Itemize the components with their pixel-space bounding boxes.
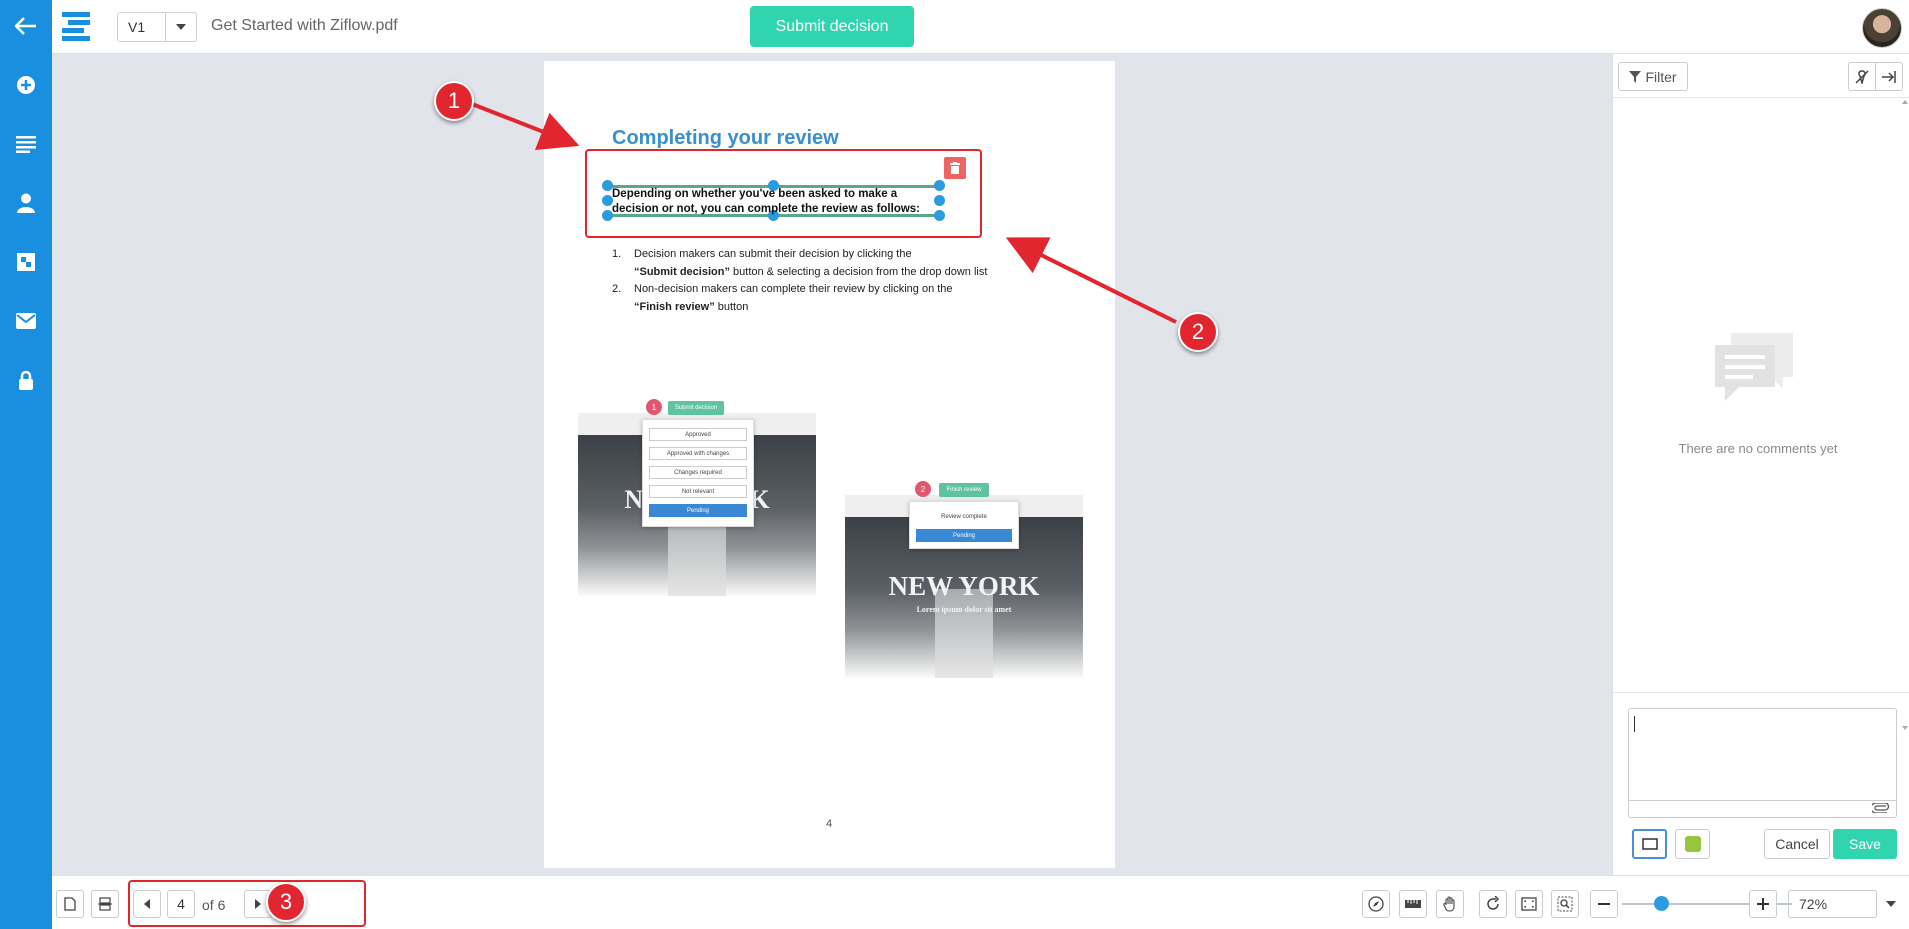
figure-option: Changes required — [649, 466, 747, 479]
proof-icon[interactable] — [0, 242, 52, 282]
list-icon[interactable] — [0, 124, 52, 164]
rotate-button[interactable] — [1479, 890, 1507, 918]
previous-page-button[interactable] — [133, 890, 161, 918]
list-text: Non-decision makers can complete their r… — [634, 283, 953, 295]
plus-icon — [1757, 898, 1769, 910]
zoom-out-button[interactable] — [1590, 890, 1618, 918]
zoom-area-icon — [1557, 896, 1573, 912]
single-page-button[interactable] — [56, 890, 84, 918]
rectangle-icon — [1641, 838, 1658, 850]
save-button[interactable]: Save — [1833, 829, 1897, 859]
comments-panel: Filter There are no comments yet Cancel … — [1612, 54, 1909, 875]
bottom-toolbar: 4 of 6 3 72% — [52, 875, 1909, 929]
callout-badge-2: 2 — [1178, 312, 1218, 352]
trash-icon[interactable] — [944, 157, 966, 179]
chevron-down-icon[interactable] — [166, 13, 196, 41]
filter-icon — [1629, 70, 1642, 83]
version-select[interactable]: V1 — [117, 12, 197, 42]
filter-button[interactable]: Filter — [1618, 62, 1688, 91]
selected-text: Depending on whether you've been asked t… — [612, 188, 921, 215]
zoom-slider-handle[interactable] — [1654, 896, 1669, 911]
chevron-left-icon — [144, 899, 150, 909]
list-item: 1. Decision makers can submit their deci… — [612, 245, 1024, 281]
list-bold: “Finish review” — [634, 301, 715, 313]
zoom-in-button[interactable] — [1749, 890, 1777, 918]
user-icon[interactable] — [0, 183, 52, 223]
list-number: 2. — [612, 283, 622, 295]
figure-option: Pending — [916, 529, 1012, 542]
thumbnails-button[interactable] — [91, 890, 119, 918]
list-text: button — [714, 301, 749, 313]
list-bold: “Submit decision” — [634, 266, 730, 278]
file-name: Get Started with Ziflow.pdf — [211, 17, 398, 34]
collapse-panel-icon[interactable] — [1875, 63, 1902, 90]
compass-icon — [1368, 896, 1384, 912]
screenshot-figure-1: NEW YORK 1 Submit decision Approved Appr… — [578, 399, 816, 596]
document-page: Completing your review Depending on whet… — [544, 61, 1115, 868]
page-title: Completing your review — [612, 127, 839, 149]
rectangle-tool[interactable] — [1632, 829, 1667, 859]
callout-badge-1: 1 — [434, 81, 474, 121]
figure-badge: 1 — [646, 399, 662, 415]
list-number: 1. — [612, 248, 622, 260]
pan-button[interactable] — [1436, 890, 1464, 918]
page-icon — [64, 897, 76, 911]
ziflow-logo-icon[interactable] — [60, 10, 92, 42]
figure-subcaption: Lorem ipsum dolor sit amet — [916, 605, 1012, 614]
comments-empty-icon — [1713, 329, 1797, 414]
list-text: button & selecting a decision from the d… — [729, 266, 988, 278]
color-picker[interactable] — [1675, 829, 1710, 859]
panel-tools — [1848, 62, 1903, 91]
screenshot-figure-2: NEW YORK Lorem ipsum dolor sit amet 2 Fi… — [845, 481, 1083, 678]
cancel-button[interactable]: Cancel — [1764, 829, 1830, 859]
minus-icon — [1598, 903, 1610, 905]
page-number: 4 — [826, 818, 833, 830]
figure-dropdown: Review complete Pending — [909, 501, 1019, 549]
comment-input[interactable] — [1628, 708, 1897, 818]
left-rail — [0, 0, 52, 929]
no-comments-text: There are no comments yet — [1678, 441, 1838, 456]
total-pages: of 6 — [202, 897, 226, 913]
back-arrow-icon[interactable] — [0, 6, 52, 46]
list-item: 2. Non-decision makers can complete thei… — [612, 280, 1024, 316]
fit-width-button[interactable] — [1515, 890, 1543, 918]
lock-icon[interactable] — [0, 360, 52, 400]
version-label: V1 — [118, 13, 166, 41]
figure-option: Approved — [649, 428, 747, 441]
hide-pins-icon[interactable] — [1849, 63, 1875, 90]
figure-option: Pending — [649, 504, 747, 517]
panel-scrollbar[interactable] — [1901, 98, 1909, 738]
top-bar: V1 Get Started with Ziflow.pdf Submit de… — [52, 0, 1909, 54]
hand-icon — [1443, 896, 1455, 912]
figure-dropdown: Approved Approved with changes Changes r… — [642, 419, 754, 527]
current-page-input[interactable]: 4 — [167, 890, 195, 918]
figure-caption: NEW YORK — [888, 571, 1040, 601]
list-text: Decision makers can submit their decisio… — [634, 248, 912, 260]
figure-option: Review complete — [941, 513, 987, 520]
color-swatch — [1684, 836, 1701, 852]
chevron-right-icon — [255, 899, 261, 909]
instruction-list: 1. Decision makers can submit their deci… — [612, 245, 1024, 316]
chevron-down-icon[interactable] — [1877, 890, 1905, 918]
callout-badge-3: 3 — [266, 882, 306, 922]
measure-button[interactable] — [1399, 890, 1427, 918]
avatar[interactable] — [1862, 8, 1902, 48]
fit-icon — [1521, 897, 1537, 911]
zoom-level[interactable]: 72% — [1788, 890, 1877, 918]
mail-icon[interactable] — [0, 301, 52, 341]
zoom-area-button[interactable] — [1551, 890, 1579, 918]
filter-label: Filter — [1645, 68, 1677, 85]
attachment-icon[interactable] — [1872, 803, 1890, 813]
submit-decision-button[interactable]: Submit decision — [750, 6, 914, 47]
navigate-button[interactable] — [1362, 890, 1390, 918]
rotate-icon — [1487, 896, 1500, 910]
thumbnails-icon — [98, 897, 112, 911]
figure-finish-button: Finish review — [939, 483, 989, 497]
figure-badge: 2 — [915, 481, 931, 497]
ruler-icon — [1405, 900, 1421, 908]
figure-submit-button: Submit decision — [668, 401, 724, 415]
figure-option: Not relevant — [649, 485, 747, 498]
figure-option: Approved with changes — [649, 447, 747, 460]
add-circle-icon[interactable] — [0, 65, 52, 105]
